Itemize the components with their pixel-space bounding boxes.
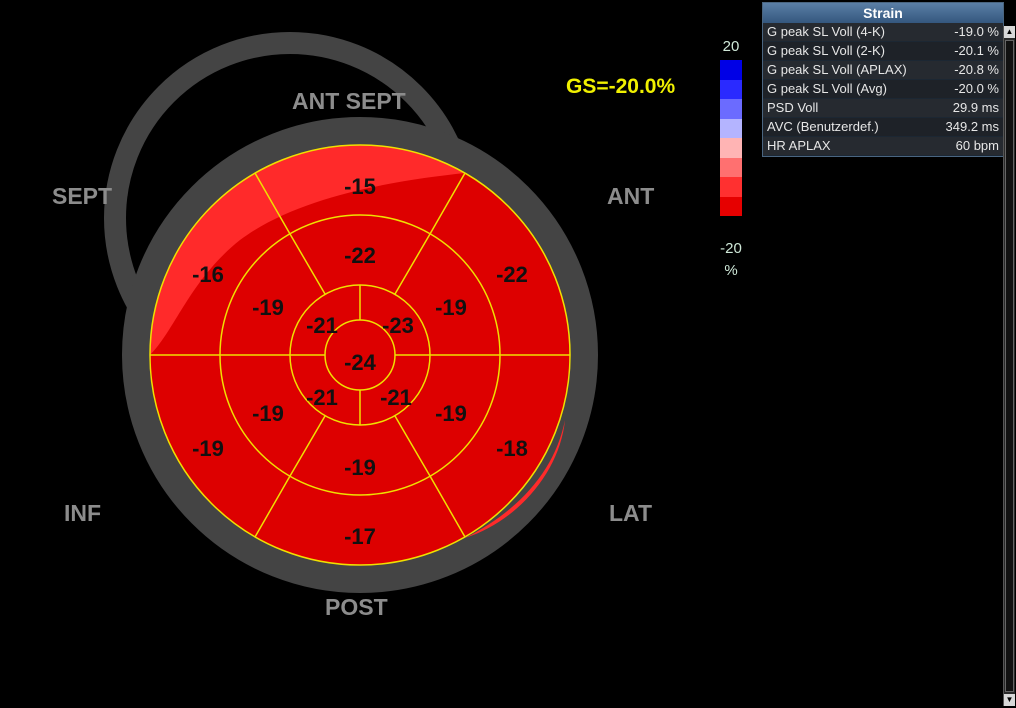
- apical-segment-value: -21: [306, 313, 338, 338]
- basal-segment-value: -18: [496, 436, 528, 461]
- scroll-down-arrow-icon[interactable]: ▼: [1004, 694, 1015, 706]
- color-scale-step: [720, 79, 742, 99]
- apical-segment-value: -21: [380, 385, 412, 410]
- mid-segment-value: -22: [344, 243, 376, 268]
- strain-panel: Strain G peak SL Voll (4-K) -19.0 % G peak…: [762, 2, 1004, 157]
- color-scale-step: [720, 118, 742, 138]
- label-inf: INF: [64, 500, 102, 526]
- strain-row-label: G peak SL Voll (Avg): [767, 81, 887, 96]
- color-scale-step: [720, 196, 742, 216]
- strain-row-label: HR APLAX: [767, 138, 831, 153]
- strain-row-value: -20.0 %: [954, 81, 999, 96]
- color-scale-unit: %: [724, 262, 738, 279]
- strain-row-label: G peak SL Voll (4-K): [767, 24, 886, 39]
- scrollbar-thumb[interactable]: [1005, 40, 1014, 692]
- color-scale-min: -20: [720, 240, 742, 257]
- strain-row-label: G peak SL Voll (APLAX): [767, 62, 907, 77]
- strain-panel-scrollbar[interactable]: ▲ ▼: [1003, 26, 1015, 706]
- color-scale-bar: [720, 60, 742, 216]
- mid-segment-value: -19: [252, 295, 284, 320]
- strain-panel-title: Strain: [763, 3, 1003, 23]
- basal-segment-value: -15: [344, 174, 376, 199]
- strain-row-label: G peak SL Voll (2-K): [767, 43, 886, 58]
- mid-segment-value: -19: [252, 401, 284, 426]
- color-scale-step: [720, 177, 742, 197]
- mid-segment-value: -19: [435, 295, 467, 320]
- strain-row-value: -20.8 %: [954, 62, 999, 77]
- color-scale-step: [720, 138, 742, 158]
- scroll-up-arrow-icon[interactable]: ▲: [1004, 26, 1015, 38]
- mid-segment-value: -19: [344, 455, 376, 480]
- strain-row: HR APLAX 60 bpm: [763, 137, 1003, 156]
- strain-row: AVC (Benutzerdef.) 349.2 ms: [763, 118, 1003, 137]
- color-scale-step: [720, 157, 742, 177]
- mid-segment-value: -19: [435, 401, 467, 426]
- basal-segment-value: -19: [192, 436, 224, 461]
- strain-row: PSD Voll 29.9 ms: [763, 99, 1003, 118]
- strain-row: G peak SL Voll (2-K) -20.1 %: [763, 42, 1003, 61]
- basal-segment-value: -16: [192, 262, 224, 287]
- strain-row-value: -19.0 %: [954, 24, 999, 39]
- global-strain-value: GS=-20.0%: [566, 75, 676, 98]
- basal-segment-value: -22: [496, 262, 528, 287]
- basal-segment-value: -17: [344, 524, 376, 549]
- strain-row-value: 349.2 ms: [945, 119, 999, 134]
- label-lat: LAT: [609, 500, 653, 526]
- color-scale-step: [720, 60, 742, 80]
- strain-row: G peak SL Voll (Avg) -20.0 %: [763, 80, 1003, 99]
- strain-row-label: PSD Voll: [767, 100, 819, 115]
- strain-row: G peak SL Voll (4-K) -19.0 %: [763, 23, 1003, 42]
- label-ant: ANT: [607, 183, 655, 209]
- strain-row-label: AVC (Benutzerdef.): [767, 119, 879, 134]
- label-sept: SEPT: [52, 183, 113, 209]
- apex-segment-value: -24: [344, 350, 377, 375]
- strain-row-value: 29.9 ms: [952, 100, 999, 115]
- apical-segment-value: -21: [306, 385, 338, 410]
- label-ant-sept: ANT SEPT: [292, 88, 406, 114]
- color-scale-max: 20: [722, 38, 740, 55]
- strain-row-value: -20.1 %: [954, 43, 999, 58]
- strain-row: G peak SL Voll (APLAX) -20.8 %: [763, 61, 1003, 80]
- strain-row-value: 60 bpm: [955, 138, 999, 153]
- apical-segment-value: -23: [382, 313, 414, 338]
- color-scale-step: [720, 99, 742, 119]
- label-post: POST: [325, 594, 388, 620]
